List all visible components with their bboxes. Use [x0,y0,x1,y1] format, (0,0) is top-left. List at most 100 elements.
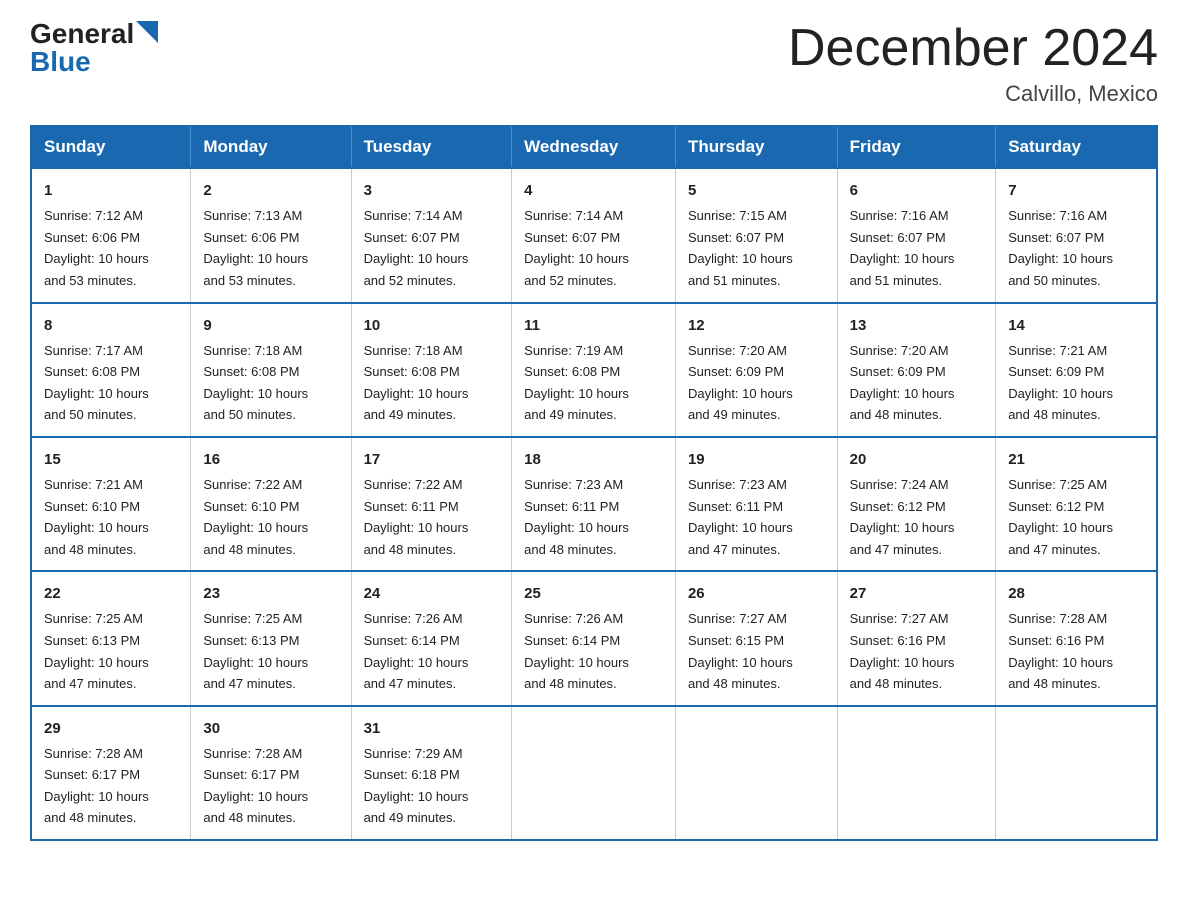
day-info: Sunrise: 7:13 AMSunset: 6:06 PMDaylight:… [203,208,308,288]
day-info: Sunrise: 7:20 AMSunset: 6:09 PMDaylight:… [850,343,955,423]
day-number: 31 [364,717,500,741]
day-info: Sunrise: 7:25 AMSunset: 6:13 PMDaylight:… [44,611,149,691]
day-number: 13 [850,314,984,338]
calendar-day-cell: 3 Sunrise: 7:14 AMSunset: 6:07 PMDaylight… [351,168,512,302]
calendar-table: SundayMondayTuesdayWednesdayThursdayFrid… [30,125,1158,841]
day-number: 14 [1008,314,1144,338]
day-number: 6 [850,179,984,203]
calendar-day-cell: 15 Sunrise: 7:21 AMSunset: 6:10 PMDayligh… [31,437,191,571]
calendar-day-cell: 11Sunrise: 7:19 AMSunset: 6:08 PMDayligh… [512,303,676,437]
calendar-day-cell: 7 Sunrise: 7:16 AMSunset: 6:07 PMDaylight… [996,168,1157,302]
day-header-tuesday: Tuesday [351,126,512,168]
day-number: 1 [44,179,178,203]
day-info: Sunrise: 7:25 AMSunset: 6:13 PMDaylight:… [203,611,308,691]
day-number: 25 [524,582,663,606]
calendar-day-cell: 1Sunrise: 7:12 AMSunset: 6:06 PMDaylight… [31,168,191,302]
day-info: Sunrise: 7:27 AMSunset: 6:16 PMDaylight:… [850,611,955,691]
day-info: Sunrise: 7:16 AMSunset: 6:07 PMDaylight:… [1008,208,1113,288]
calendar-empty-cell [837,706,996,840]
calendar-day-cell: 20 Sunrise: 7:24 AMSunset: 6:12 PMDayligh… [837,437,996,571]
month-title: December 2024 [788,20,1158,77]
calendar-day-cell: 2Sunrise: 7:13 AMSunset: 6:06 PMDaylight… [191,168,351,302]
day-number: 17 [364,448,500,472]
day-info: Sunrise: 7:23 AMSunset: 6:11 PMDaylight:… [524,477,629,557]
calendar-day-cell: 19Sunrise: 7:23 AMSunset: 6:11 PMDayligh… [675,437,837,571]
calendar-day-cell: 6 Sunrise: 7:16 AMSunset: 6:07 PMDaylight… [837,168,996,302]
day-info: Sunrise: 7:24 AMSunset: 6:12 PMDaylight:… [850,477,955,557]
calendar-empty-cell [996,706,1157,840]
logo-blue-text: Blue [30,48,91,76]
day-header-saturday: Saturday [996,126,1157,168]
day-header-monday: Monday [191,126,351,168]
calendar-day-cell: 28Sunrise: 7:28 AMSunset: 6:16 PMDayligh… [996,571,1157,705]
calendar-day-cell: 30 Sunrise: 7:28 AMSunset: 6:17 PMDayligh… [191,706,351,840]
calendar-week-row: 29 Sunrise: 7:28 AMSunset: 6:17 PMDayligh… [31,706,1157,840]
day-number: 22 [44,582,178,606]
day-info: Sunrise: 7:14 AMSunset: 6:07 PMDaylight:… [364,208,469,288]
day-info: Sunrise: 7:22 AMSunset: 6:11 PMDaylight:… [364,477,469,557]
day-info: Sunrise: 7:25 AMSunset: 6:12 PMDaylight:… [1008,477,1113,557]
calendar-day-cell: 5 Sunrise: 7:15 AMSunset: 6:07 PMDaylight… [675,168,837,302]
page-header: General Blue December 2024 Calvillo, Mex… [30,20,1158,107]
day-info: Sunrise: 7:21 AMSunset: 6:09 PMDaylight:… [1008,343,1113,423]
calendar-day-cell: 14 Sunrise: 7:21 AMSunset: 6:09 PMDayligh… [996,303,1157,437]
day-number: 8 [44,314,178,338]
title-block: December 2024 Calvillo, Mexico [788,20,1158,107]
day-number: 30 [203,717,338,741]
calendar-week-row: 8 Sunrise: 7:17 AMSunset: 6:08 PMDaylight… [31,303,1157,437]
logo-triangle-icon [136,21,158,43]
day-number: 15 [44,448,178,472]
day-number: 18 [524,448,663,472]
calendar-day-cell: 13 Sunrise: 7:20 AMSunset: 6:09 PMDayligh… [837,303,996,437]
day-number: 28 [1008,582,1144,606]
calendar-day-cell: 10 Sunrise: 7:18 AMSunset: 6:08 PMDayligh… [351,303,512,437]
day-info: Sunrise: 7:19 AMSunset: 6:08 PMDaylight:… [524,343,629,423]
day-info: Sunrise: 7:27 AMSunset: 6:15 PMDaylight:… [688,611,793,691]
day-number: 20 [850,448,984,472]
day-number: 9 [203,314,338,338]
day-header-wednesday: Wednesday [512,126,676,168]
day-number: 24 [364,582,500,606]
day-info: Sunrise: 7:18 AMSunset: 6:08 PMDaylight:… [364,343,469,423]
day-number: 4 [524,179,663,203]
day-number: 5 [688,179,825,203]
day-number: 12 [688,314,825,338]
calendar-day-cell: 4 Sunrise: 7:14 AMSunset: 6:07 PMDaylight… [512,168,676,302]
calendar-day-cell: 16Sunrise: 7:22 AMSunset: 6:10 PMDayligh… [191,437,351,571]
logo-general-text: General [30,20,134,48]
calendar-day-cell: 22 Sunrise: 7:25 AMSunset: 6:13 PMDayligh… [31,571,191,705]
day-info: Sunrise: 7:16 AMSunset: 6:07 PMDaylight:… [850,208,955,288]
day-info: Sunrise: 7:26 AMSunset: 6:14 PMDaylight:… [524,611,629,691]
day-info: Sunrise: 7:21 AMSunset: 6:10 PMDaylight:… [44,477,149,557]
day-info: Sunrise: 7:22 AMSunset: 6:10 PMDaylight:… [203,477,308,557]
calendar-empty-cell [675,706,837,840]
day-info: Sunrise: 7:18 AMSunset: 6:08 PMDaylight:… [203,343,308,423]
calendar-week-row: 1Sunrise: 7:12 AMSunset: 6:06 PMDaylight… [31,168,1157,302]
day-number: 7 [1008,179,1144,203]
day-number: 26 [688,582,825,606]
day-number: 23 [203,582,338,606]
calendar-header-row: SundayMondayTuesdayWednesdayThursdayFrid… [31,126,1157,168]
calendar-week-row: 22 Sunrise: 7:25 AMSunset: 6:13 PMDayligh… [31,571,1157,705]
calendar-day-cell: 9 Sunrise: 7:18 AMSunset: 6:08 PMDaylight… [191,303,351,437]
calendar-empty-cell [512,706,676,840]
day-number: 3 [364,179,500,203]
calendar-day-cell: 26 Sunrise: 7:27 AMSunset: 6:15 PMDayligh… [675,571,837,705]
calendar-day-cell: 29Sunrise: 7:28 AMSunset: 6:17 PMDayligh… [31,706,191,840]
day-info: Sunrise: 7:23 AMSunset: 6:11 PMDaylight:… [688,477,793,557]
day-info: Sunrise: 7:15 AMSunset: 6:07 PMDaylight:… [688,208,793,288]
calendar-week-row: 15 Sunrise: 7:21 AMSunset: 6:10 PMDayligh… [31,437,1157,571]
location-subtitle: Calvillo, Mexico [788,81,1158,107]
day-info: Sunrise: 7:28 AMSunset: 6:17 PMDaylight:… [203,746,308,826]
day-header-thursday: Thursday [675,126,837,168]
day-header-friday: Friday [837,126,996,168]
calendar-day-cell: 25 Sunrise: 7:26 AMSunset: 6:14 PMDayligh… [512,571,676,705]
day-info: Sunrise: 7:29 AMSunset: 6:18 PMDaylight:… [364,746,469,826]
day-number: 10 [364,314,500,338]
day-number: 21 [1008,448,1144,472]
logo: General Blue [30,20,158,76]
day-number: 29 [44,717,178,741]
day-info: Sunrise: 7:17 AMSunset: 6:08 PMDaylight:… [44,343,149,423]
calendar-day-cell: 18 Sunrise: 7:23 AMSunset: 6:11 PMDayligh… [512,437,676,571]
day-info: Sunrise: 7:14 AMSunset: 6:07 PMDaylight:… [524,208,629,288]
